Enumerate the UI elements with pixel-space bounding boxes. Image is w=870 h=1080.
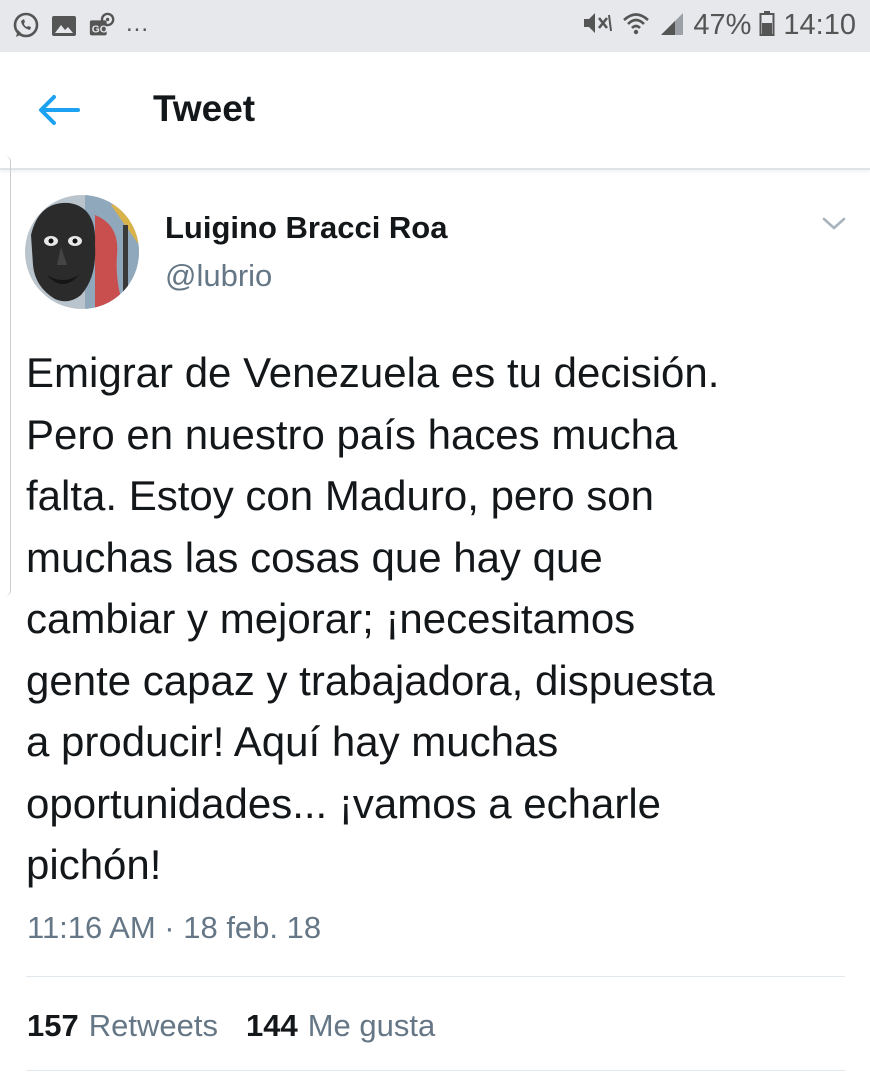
author-name[interactable]: Luigino Bracci Roa — [165, 210, 447, 246]
overflow-indicator: ... — [126, 10, 150, 37]
scroll-edge — [0, 156, 11, 596]
divider — [26, 976, 845, 977]
tweet-text: Emigrar de Venezuela es tu decisión. Per… — [26, 349, 720, 888]
gallery-icon — [50, 12, 78, 40]
status-bar-system: 47% 14:10 — [581, 9, 856, 42]
likes-stat[interactable]: 144 Me gusta — [246, 1008, 435, 1044]
status-bar-notifications: GO ... — [12, 10, 150, 40]
retweets-stat[interactable]: 157 Retweets — [27, 1008, 218, 1044]
chevron-down-icon[interactable] — [820, 214, 848, 234]
signal-icon — [659, 9, 685, 42]
author-handle[interactable]: @lubrio — [165, 258, 272, 294]
page-title: Tweet — [153, 88, 256, 129]
svg-text:GO: GO — [92, 25, 108, 36]
mute-icon — [581, 9, 613, 42]
status-bar: GO ... 47% 14:10 — [0, 0, 870, 52]
whatsapp-icon — [12, 12, 40, 40]
nav-icon: GO — [88, 12, 116, 40]
wifi-icon — [621, 9, 651, 42]
app-header: Tweet — [0, 52, 870, 170]
likes-label: Me gusta — [307, 1008, 436, 1043]
retweets-count: 157 — [27, 1008, 79, 1043]
back-arrow-icon[interactable] — [36, 92, 84, 132]
tweet-stats: 157 Retweets 144 Me gusta — [27, 1008, 463, 1044]
likes-count: 144 — [245, 1008, 298, 1043]
avatar[interactable] — [25, 195, 139, 309]
battery-percent: 47% — [693, 9, 752, 41]
divider — [26, 1070, 845, 1071]
battery-icon — [759, 9, 775, 42]
retweets-label: Retweets — [88, 1008, 218, 1043]
tweet-timestamp[interactable]: 11:16 AM · 18 feb. 18 — [27, 910, 321, 946]
clock: 14:10 — [783, 9, 856, 41]
